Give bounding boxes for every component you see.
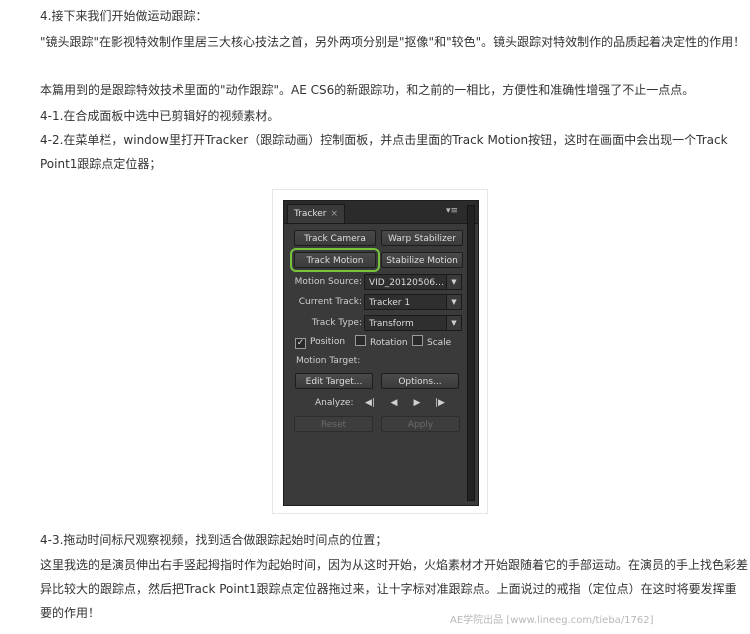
analyze-back-icon[interactable]: ◀ (387, 396, 401, 410)
track-motion-button[interactable]: Track Motion (290, 248, 380, 272)
analyze-label: Analyze: (315, 398, 354, 408)
panel-menu-icon[interactable]: ▾≡ (446, 206, 458, 216)
analyze-forward-frame-icon[interactable]: |▶ (433, 396, 447, 410)
track-type-label: Track Type: (311, 318, 362, 328)
panel-tab-bar: Tracker × ▾≡ (284, 201, 478, 224)
checkmark-icon: ✓ (295, 338, 306, 349)
paragraph-camera-tracking: "镜头跟踪"在影视特效制作里居三大核心技法之首，另外两项分别是"抠像"和"较色"… (40, 35, 746, 49)
reset-button[interactable]: Reset (294, 416, 373, 432)
analyze-forward-icon[interactable]: ▶ (410, 396, 424, 410)
motion-source-label: Motion Source: (294, 277, 362, 287)
chevron-down-icon: ▼ (446, 295, 461, 309)
chevron-down-icon: ▼ (446, 275, 461, 289)
motion-source-value: VID_20120506… (369, 278, 445, 288)
tab-title: Tracker (294, 209, 327, 219)
position-label: Position (310, 337, 346, 347)
track-type-dropdown[interactable]: Transform ▼ (364, 315, 462, 331)
panel-scrollbar[interactable] (467, 205, 475, 501)
paragraph-step-4-1: 4-1.在合成面板中选中已剪辑好的视频素材。 (40, 109, 280, 123)
paragraph-step-4-2: 4-2.在菜单栏，window里打开Tracker（跟踪动画）控制面板，并点击里… (40, 133, 728, 171)
position-checkbox[interactable]: ✓ Position (295, 335, 345, 349)
paragraph-step-4: 4.接下来我们开始做运动跟踪： (40, 9, 208, 23)
tracker-panel: Tracker × ▾≡ Track Camera Warp Stabilizer… (283, 200, 479, 506)
rotation-checkbox[interactable]: Rotation (355, 335, 408, 350)
edit-target-button[interactable]: Edit Target... (295, 373, 373, 389)
rotation-label: Rotation (370, 338, 408, 348)
checkbox-empty-icon (355, 335, 366, 346)
options-button[interactable]: Options... (381, 373, 459, 389)
watermark: AE学院出品 [www.lineeg.com/tieba/1762] (450, 615, 654, 626)
chevron-down-icon: ▼ (446, 316, 461, 330)
paragraph-motion-tracking: 本篇用到的是跟踪特效技术里面的"动作跟踪"。AE CS6的新跟踪功，和之前的一相… (40, 83, 695, 97)
stabilize-motion-button[interactable]: Stabilize Motion (381, 252, 463, 268)
paragraph-step-4-3: 4-3.拖动时间标尺观察视频，找到适合做跟踪起始时间点的位置； (40, 533, 388, 547)
analyze-back-frame-icon[interactable]: ◀| (363, 396, 377, 410)
motion-target-label: Motion Target: (296, 356, 361, 366)
track-camera-button[interactable]: Track Camera (294, 230, 376, 246)
checkbox-empty-icon (412, 335, 423, 346)
apply-button[interactable]: Apply (381, 416, 460, 432)
tab-tracker[interactable]: Tracker × (287, 204, 346, 223)
close-icon[interactable]: × (330, 209, 338, 219)
warp-stabilizer-button[interactable]: Warp Stabilizer (381, 230, 463, 246)
scale-label: Scale (427, 338, 452, 348)
track-type-value: Transform (369, 319, 414, 329)
current-track-dropdown[interactable]: Tracker 1 ▼ (364, 294, 462, 310)
current-track-label: Current Track: (298, 297, 362, 307)
scale-checkbox[interactable]: Scale (412, 335, 451, 350)
motion-source-dropdown[interactable]: VID_20120506… ▼ (364, 274, 462, 290)
current-track-value: Tracker 1 (369, 298, 411, 308)
